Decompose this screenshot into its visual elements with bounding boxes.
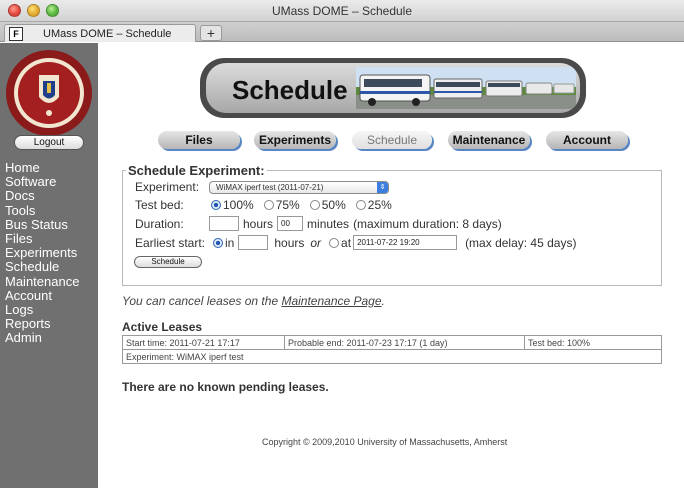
earliest-start-row: Earliest start: in hours or at 2011-07-2… — [135, 235, 576, 250]
copyright-footer: Copyright © 2009,2010 University of Mass… — [262, 437, 508, 447]
tab-files[interactable]: Files — [158, 131, 240, 149]
sidebar-item-maintenance[interactable]: Maintenance — [5, 274, 79, 289]
experiment-select-value: WiMAX iperf test (2011-07-21) — [216, 182, 324, 192]
duration-row: Duration: hours 00 minutes (maximum dura… — [135, 216, 502, 231]
sidebar: Logout Home Software Docs Tools Bus Stat… — [0, 43, 98, 488]
tab-maintenance[interactable]: Maintenance — [448, 131, 530, 149]
duration-hours-input[interactable] — [209, 216, 239, 231]
new-tab-button[interactable]: + — [200, 25, 222, 41]
earliest-hours-input[interactable] — [238, 235, 269, 250]
earliest-hours-text: hours — [274, 235, 305, 250]
testbed-option-50[interactable]: 50% — [309, 198, 346, 212]
radio-icon[interactable] — [309, 200, 320, 210]
active-leases-title: Active Leases — [122, 320, 203, 334]
sidebar-item-reports[interactable]: Reports — [5, 317, 79, 331]
or-text: or — [310, 235, 322, 250]
active-leases-table: Start time: 2011-07-21 17:17 Probable en… — [122, 335, 662, 364]
sidebar-item-experiments[interactable]: Experiments — [5, 246, 79, 260]
duration-minutes-input[interactable]: 00 — [277, 216, 304, 231]
window-title: UMass DOME – Schedule — [271, 4, 413, 18]
pending-leases-note: There are no known pending leases. — [122, 380, 329, 394]
table-row: Experiment: WiMAX iperf test — [122, 349, 662, 364]
favicon-icon: F — [9, 26, 23, 41]
radio-selected-icon[interactable] — [211, 200, 221, 210]
hours-text: hours — [243, 216, 274, 231]
sidebar-item-logs[interactable]: Logs — [5, 302, 79, 317]
lease-end-cell: Probable end: 2011-07-23 17:17 (1 day) — [284, 335, 525, 350]
earliest-at-input[interactable]: 2011-07-22 19:20 — [353, 235, 458, 250]
duration-note: (maximum duration: 8 days) — [353, 216, 502, 231]
delay-note: (max delay: 45 days) — [465, 235, 577, 250]
banner-inner: Schedule — [206, 63, 580, 113]
sidebar-item-tools[interactable]: Tools — [5, 203, 79, 218]
radio-icon[interactable] — [355, 200, 366, 210]
experiment-select[interactable]: WiMAX iperf test (2011-07-21) ⇕ — [209, 180, 389, 194]
window-titlebar: UMass DOME – Schedule — [0, 0, 684, 22]
sidebar-item-account[interactable]: Account — [5, 288, 79, 303]
sidebar-item-home[interactable]: Home — [5, 160, 79, 175]
testbed-row: Test bed: 100% 75% 50% 25% — [135, 198, 402, 212]
lease-start-cell: Start time: 2011-07-21 17:17 — [122, 335, 285, 350]
testbed-label: Test bed: — [135, 198, 184, 212]
browser-tab[interactable]: F UMass DOME – Schedule — [4, 24, 196, 42]
radio-selected-icon[interactable] — [213, 237, 223, 248]
sidebar-item-docs[interactable]: Docs — [5, 189, 79, 203]
cancel-note: You can cancel leases on the Maintenance… — [122, 294, 385, 308]
select-arrows-icon: ⇕ — [377, 181, 388, 193]
lease-testbed-cell: Test bed: 100% — [524, 335, 662, 350]
logout-button[interactable]: Logout — [14, 135, 84, 150]
table-row: Start time: 2011-07-21 17:17 Probable en… — [122, 335, 662, 350]
tab-experiments[interactable]: Experiments — [254, 131, 336, 149]
sidebar-item-files[interactable]: Files — [5, 231, 79, 246]
duration-label: Duration: — [135, 216, 184, 231]
testbed-option-100[interactable]: 100% — [211, 198, 254, 212]
tab-schedule[interactable]: Schedule — [352, 131, 432, 149]
earliest-in-option[interactable]: in — [213, 236, 234, 250]
maintenance-page-link[interactable]: Maintenance Page — [281, 294, 381, 308]
radio-icon[interactable] — [329, 237, 340, 248]
university-seal-logo — [6, 50, 92, 136]
minutes-text: minutes — [307, 216, 350, 231]
testbed-option-75[interactable]: 75% — [263, 198, 300, 212]
page-banner: Schedule — [200, 58, 586, 118]
sidebar-item-admin[interactable]: Admin — [5, 331, 79, 345]
sidebar-item-schedule[interactable]: Schedule — [5, 260, 79, 274]
earliest-at-option[interactable]: at — [329, 236, 351, 250]
page-title: Schedule — [232, 75, 348, 105]
earliest-start-label: Earliest start: — [135, 235, 206, 250]
radio-icon[interactable] — [263, 200, 274, 210]
schedule-button[interactable]: Schedule — [134, 256, 202, 268]
lease-experiment-cell: Experiment: WiMAX iperf test — [122, 349, 662, 364]
browser-tabbar: F UMass DOME – Schedule + — [0, 22, 684, 42]
bus-fleet-image — [356, 67, 576, 109]
sidebar-nav: Home Software Docs Tools Bus Status File… — [5, 160, 79, 346]
experiment-row: Experiment: WiMAX iperf test (2011-07-21… — [135, 180, 389, 194]
browser-tab-label: UMass DOME – Schedule — [43, 27, 172, 40]
sidebar-item-bus-status[interactable]: Bus Status — [5, 217, 79, 232]
testbed-option-25[interactable]: 25% — [355, 198, 392, 212]
tab-account[interactable]: Account — [546, 131, 628, 149]
experiment-label: Experiment: — [135, 180, 200, 194]
schedule-legend: Schedule Experiment: — [126, 163, 267, 178]
sidebar-item-software[interactable]: Software — [5, 175, 79, 189]
